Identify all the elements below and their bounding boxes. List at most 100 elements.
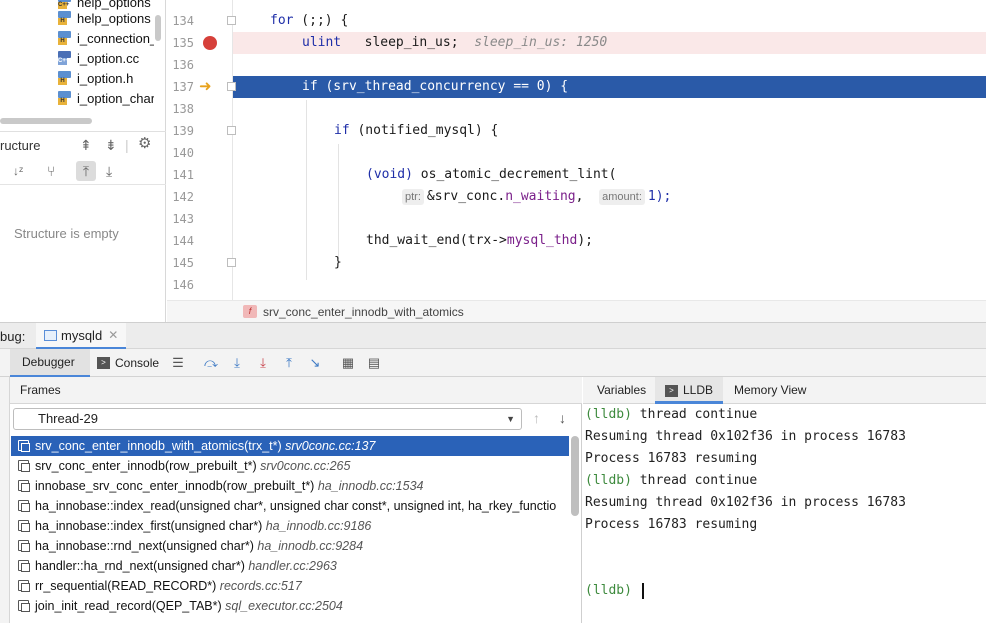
gear-icon[interactable]: ⚙ bbox=[138, 136, 151, 152]
tree-item-label: i_option_char bbox=[77, 90, 154, 106]
close-icon[interactable]: ✕ bbox=[108, 328, 118, 342]
thread-select[interactable]: Thread-29 ▼ bbox=[13, 408, 522, 430]
frame-icon bbox=[18, 500, 30, 512]
header-file-icon: H bbox=[58, 91, 73, 105]
tree-item[interactable]: H i_option.h bbox=[58, 68, 154, 88]
frame-row[interactable]: ha_innobase::rnd_next(unsigned char*) ha… bbox=[11, 536, 569, 556]
tab-variables[interactable]: Variables bbox=[587, 377, 656, 404]
frame-icon bbox=[18, 580, 30, 592]
line-number: 145 bbox=[172, 256, 194, 270]
tree-horizontal-scrollbar[interactable] bbox=[0, 118, 92, 124]
console-line: (lldb) thread continue bbox=[585, 473, 758, 488]
frame-row[interactable]: join_init_read_record(QEP_TAB*) sql_exec… bbox=[11, 596, 569, 616]
code-line-145: } bbox=[334, 255, 342, 270]
show-inherited-icon[interactable]: ⑂ bbox=[47, 163, 55, 179]
code-line-135: ulint sleep_in_us; sleep_in_us: 1250 bbox=[302, 35, 608, 50]
navigate-down-icon[interactable]: ⤓ bbox=[106, 163, 112, 179]
line-number: 142 bbox=[172, 190, 194, 204]
collapse-all-icon[interactable]: ⇟ bbox=[105, 137, 117, 153]
frames-scrollbar[interactable] bbox=[571, 436, 579, 516]
frame-icon bbox=[18, 480, 30, 492]
arrow-up-icon[interactable]: ↑ bbox=[533, 410, 540, 426]
tab-debugger-label: Debugger bbox=[22, 355, 75, 369]
breadcrumb-label[interactable]: srv_conc_enter_innodb_with_atomics bbox=[263, 305, 464, 319]
variables-tab-bar: Variables > LLDB Memory View bbox=[583, 377, 986, 404]
tab-lldb-label: LLDB bbox=[683, 383, 714, 397]
arrow-down-icon[interactable]: ↓ bbox=[559, 410, 566, 426]
console-icon: > bbox=[665, 384, 678, 397]
line-number: 136 bbox=[172, 58, 194, 72]
step-out-icon[interactable]: ⤒ bbox=[281, 355, 297, 371]
evaluate-expression-icon[interactable]: ▦ bbox=[340, 355, 356, 371]
debug-session-tab[interactable]: mysqld ✕ bbox=[36, 323, 127, 350]
console-line: Resuming thread 0x102f36 in process 1678… bbox=[585, 495, 906, 510]
force-step-into-icon[interactable]: ⤓ bbox=[255, 355, 271, 371]
frame-row[interactable]: handler::ha_rnd_next(unsigned char*) han… bbox=[11, 556, 569, 576]
line-number: 134 bbox=[172, 14, 194, 28]
frame-icon bbox=[18, 560, 30, 572]
menu-icon[interactable]: ☰ bbox=[170, 355, 186, 371]
frame-row[interactable]: srv_conc_enter_innodb_with_atomics(trx_t… bbox=[11, 436, 569, 456]
tree-item[interactable]: C++ i_option.cc bbox=[58, 48, 154, 68]
console-line: Process 16783 resuming bbox=[585, 451, 758, 466]
layout-icon[interactable]: ▤ bbox=[366, 355, 382, 371]
frame-icon bbox=[18, 460, 30, 472]
tree-item[interactable]: H help_options bbox=[58, 8, 154, 28]
frame-row[interactable]: ha_innobase::index_read(unsigned char*, … bbox=[11, 496, 569, 516]
frame-icon bbox=[18, 440, 30, 452]
tree-item-label: i_connection_ bbox=[77, 30, 154, 46]
execution-point-arrow-icon: ➜ bbox=[199, 78, 212, 95]
tab-lldb[interactable]: > LLDB bbox=[655, 377, 724, 404]
debug-side-strip bbox=[0, 377, 10, 623]
tree-item-label: i_option.cc bbox=[77, 50, 140, 66]
line-number: 135 bbox=[172, 36, 194, 50]
thread-select-value: Thread-29 bbox=[38, 411, 98, 426]
frame-row[interactable]: innobase_srv_conc_enter_innodb(row_prebu… bbox=[11, 476, 569, 496]
tree-item[interactable]: H i_connection_ bbox=[58, 28, 154, 48]
fold-marker-icon[interactable] bbox=[227, 16, 236, 25]
console-line: Process 16783 resuming bbox=[585, 517, 758, 532]
chevron-down-icon: ▼ bbox=[506, 414, 515, 424]
breadcrumb[interactable]: f srv_conc_enter_innodb_with_atomics bbox=[233, 300, 986, 322]
tree-item[interactable]: H i_option_char bbox=[58, 88, 154, 108]
step-into-icon[interactable]: ⤓ bbox=[229, 355, 245, 371]
frame-row[interactable]: rr_sequential(READ_RECORD*) records.cc:5… bbox=[11, 576, 569, 596]
line-number: 141 bbox=[172, 168, 194, 182]
lldb-input[interactable]: (lldb) bbox=[585, 580, 644, 602]
breakpoint-icon[interactable] bbox=[203, 36, 217, 50]
line-number: 146 bbox=[172, 278, 194, 292]
frame-row[interactable]: srv_conc_enter_innodb(row_prebuilt_t*) s… bbox=[11, 456, 569, 476]
tab-memory-view[interactable]: Memory View bbox=[724, 377, 816, 404]
frame-icon bbox=[18, 540, 30, 552]
breadcrumb-gutter bbox=[167, 300, 233, 322]
frame-row[interactable]: ha_innobase::index_first(unsigned char*)… bbox=[11, 516, 569, 536]
line-number: 144 bbox=[172, 234, 194, 248]
tree-item-label: help_options bbox=[77, 10, 151, 26]
debug-tab-bar: bug: mysqld ✕ bbox=[0, 322, 986, 350]
parameter-hint: amount: bbox=[599, 189, 645, 205]
expand-all-icon[interactable]: ⇞ bbox=[80, 137, 92, 153]
header-file-icon: H bbox=[58, 11, 73, 25]
line-number: 139 bbox=[172, 124, 194, 138]
session-icon bbox=[44, 329, 57, 341]
fold-marker-icon[interactable] bbox=[227, 258, 236, 267]
tree-scrollbar[interactable] bbox=[155, 15, 161, 41]
lldb-input-prompt: (lldb) bbox=[585, 583, 632, 598]
code-line-137: if (srv_thread_concurrency == 0) { bbox=[302, 79, 569, 94]
step-over-icon[interactable]: ⤼ bbox=[203, 355, 219, 371]
structure-title: ructure bbox=[0, 138, 41, 153]
tab-debugger[interactable]: Debugger bbox=[10, 349, 90, 377]
fold-marker-icon[interactable] bbox=[227, 82, 236, 91]
fold-marker-icon[interactable] bbox=[227, 126, 236, 135]
structure-empty-text: Structure is empty bbox=[14, 226, 119, 241]
structure-header: ructure ⇞ ⇟ | ⚙ bbox=[0, 131, 166, 157]
navigate-up-icon[interactable]: ⤒ bbox=[76, 161, 96, 181]
tab-console[interactable]: > Console bbox=[97, 349, 159, 377]
divider: | bbox=[125, 137, 129, 153]
function-icon: f bbox=[243, 305, 257, 318]
tree-item-label: i_option.h bbox=[77, 70, 134, 86]
header-file-icon: H bbox=[58, 71, 73, 85]
console-line: Resuming thread 0x102f36 in process 1678… bbox=[585, 429, 906, 444]
sort-alpha-icon[interactable]: ↓ᶻ bbox=[13, 163, 23, 179]
run-to-cursor-icon[interactable]: ↘ bbox=[307, 355, 323, 371]
